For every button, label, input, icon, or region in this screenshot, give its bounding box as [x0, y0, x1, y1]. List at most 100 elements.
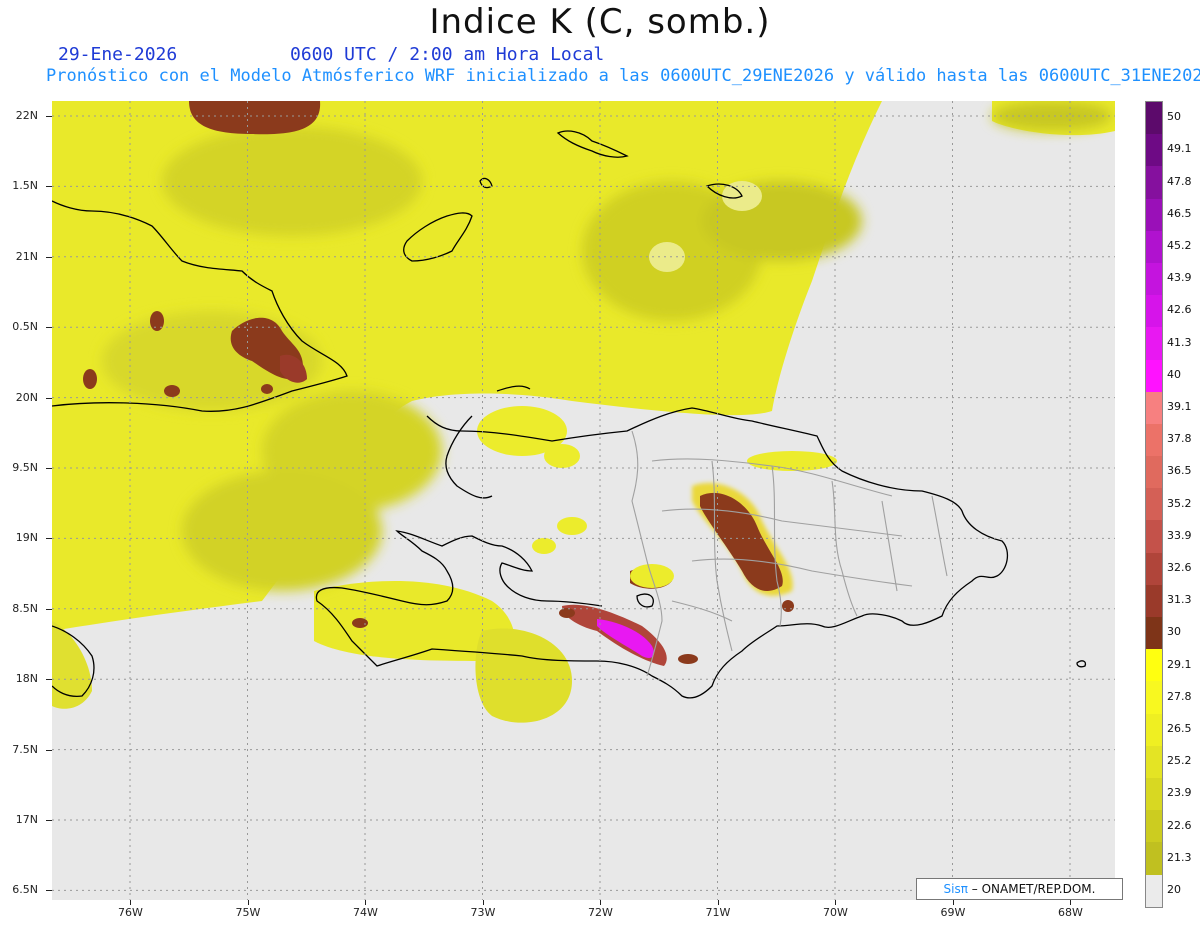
latitude-tick: [46, 890, 52, 892]
graticule: [52, 101, 1115, 900]
latitude-label: 21N: [15, 249, 38, 263]
latitude-label: 17N: [15, 813, 38, 826]
credit-brand: Sisπ: [943, 882, 968, 896]
colorbar-label: 25.2: [1167, 754, 1192, 768]
colorbar-label: 22.6: [1167, 818, 1192, 832]
latitude-label: 6.5N: [12, 883, 38, 897]
colorbar-segment: [1146, 713, 1162, 746]
colorbar-label: 27.8: [1167, 689, 1192, 703]
colorbar-segment: [1146, 874, 1162, 907]
colorbar-segment: [1146, 520, 1162, 553]
latitude-tick: [46, 186, 52, 188]
colorbar-label: 39.1: [1167, 399, 1192, 413]
colorbar-segment: [1146, 777, 1162, 811]
colorbar-segment: [1146, 391, 1162, 424]
latitude-tick: [46, 397, 52, 399]
colorbar-segment: [1146, 295, 1162, 328]
longitude-label: 73W: [470, 906, 496, 919]
colorbar-segment: [1146, 359, 1162, 392]
longitude-label: 69W: [940, 906, 966, 919]
longitude-tick: [717, 900, 719, 905]
longitude-tick: [600, 900, 601, 905]
forecast-subtitle: Pronóstico con el Modelo Atmósferico WRF…: [46, 66, 1200, 86]
latitude-label: 1.5N: [12, 179, 38, 193]
colorbar: [1145, 101, 1163, 908]
colorbar-segment: [1146, 584, 1162, 617]
colorbar-segment: [1146, 102, 1162, 135]
colorbar-label: 47.8: [1167, 174, 1192, 188]
colorbar-label: 35.2: [1167, 496, 1192, 510]
longitude-label: 68W: [1058, 906, 1083, 919]
longitude-tick: [365, 900, 366, 905]
colorbar-label: 43.9: [1167, 271, 1192, 285]
latitude-tick: [46, 327, 52, 329]
colorbar-segment: [1146, 134, 1162, 167]
colorbar-segment: [1146, 488, 1162, 521]
colorbar-label: 45.2: [1167, 238, 1192, 252]
colorbar-segment: [1146, 842, 1162, 875]
longitude-tick: [247, 900, 249, 905]
latitude-label: 19N: [15, 531, 38, 545]
latitude-tick: [46, 608, 52, 610]
latitude-tick: [46, 749, 52, 751]
colorbar-segment: [1146, 552, 1162, 585]
latitude-tick: [46, 256, 52, 258]
longitude-label: 71W: [705, 906, 731, 919]
colorbar-label: 42.6: [1167, 303, 1192, 317]
map-area: [52, 101, 1115, 900]
credit-org: – ONAMET/REP.DOM.: [971, 882, 1096, 896]
latitude-tick: [46, 679, 52, 681]
colorbar-segment: [1146, 456, 1162, 489]
colorbar-label: 50: [1167, 110, 1181, 124]
colorbar-segment: [1146, 198, 1162, 231]
colorbar-label: 21.3: [1167, 850, 1192, 864]
colorbar-segment: [1146, 327, 1162, 360]
longitude-tick: [835, 900, 836, 905]
colorbar-segment: [1146, 617, 1162, 650]
forecast-time: 0600 UTC / 2:00 am Hora Local: [290, 44, 605, 65]
colorbar-segment: [1146, 649, 1162, 682]
colorbar-segment: [1146, 166, 1162, 199]
forecast-date: 29-Ene-2026: [58, 44, 178, 65]
colorbar-label: 41.3: [1167, 335, 1192, 349]
latitude-tick: [46, 538, 52, 540]
colorbar-label: 36.5: [1167, 464, 1192, 478]
credit-box: Sisπ – ONAMET/REP.DOM.: [916, 878, 1123, 900]
latitude-label: 9.5N: [12, 461, 38, 474]
colorbar-label: 30: [1167, 625, 1181, 639]
map-title: Indice K (C, somb.): [429, 2, 771, 42]
latitude-label: 18N: [15, 672, 38, 686]
colorbar-segment: [1146, 681, 1162, 714]
colorbar-segment: [1146, 230, 1162, 263]
longitude-label: 74W: [353, 906, 378, 919]
colorbar-label: 29.1: [1167, 657, 1192, 671]
colorbar-segment: [1146, 810, 1162, 843]
colorbar-label: 40: [1167, 367, 1181, 381]
latitude-label: 8.5N: [12, 601, 38, 615]
colorbar-label: 20: [1167, 882, 1181, 896]
colorbar-segment: [1146, 423, 1162, 457]
colorbar-label: 33.9: [1167, 528, 1192, 542]
colorbar-label: 46.5: [1167, 206, 1192, 220]
longitude-label: 70W: [823, 906, 848, 919]
latitude-label: 0.5N: [12, 320, 38, 334]
colorbar-label: 37.8: [1167, 432, 1192, 446]
colorbar-label: 32.6: [1167, 560, 1192, 574]
latitude-tick: [46, 820, 52, 821]
longitude-tick: [482, 900, 484, 905]
colorbar-label: 49.1: [1167, 142, 1192, 156]
colorbar-label: 26.5: [1167, 721, 1192, 735]
latitude-tick: [46, 116, 52, 117]
colorbar-segment: [1146, 745, 1162, 778]
latitude-label: 7.5N: [12, 742, 38, 756]
colorbar-segment: [1146, 262, 1162, 296]
longitude-tick: [1070, 900, 1071, 905]
longitude-tick: [952, 900, 954, 905]
longitude-label: 76W: [118, 906, 143, 919]
longitude-label: 75W: [235, 906, 261, 919]
longitude-tick: [130, 900, 131, 905]
colorbar-label: 31.3: [1167, 593, 1192, 607]
latitude-label: 22N: [15, 109, 38, 122]
colorbar-label: 23.9: [1167, 786, 1192, 800]
latitude-tick: [46, 468, 52, 469]
